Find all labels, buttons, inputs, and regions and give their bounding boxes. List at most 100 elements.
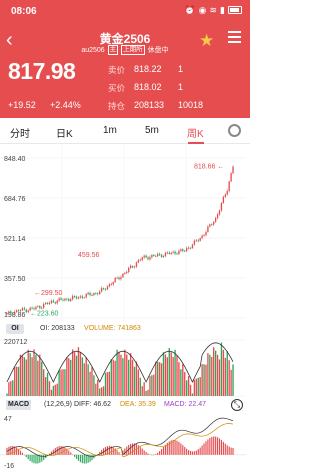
macd-bar [151, 454, 153, 456]
price-change: +19.52 [8, 100, 36, 110]
macd-bar [68, 450, 70, 455]
candle-body [214, 218, 217, 223]
y-tick-label: 220712 [4, 339, 27, 346]
kline-chart[interactable]: 848.40684.76521.14357.50193.86818.66 ←45… [0, 146, 250, 322]
macd-bar [37, 454, 39, 464]
volume-bar [207, 353, 209, 396]
volume-bar [195, 378, 197, 396]
volume-bar [176, 355, 178, 396]
candle-body [64, 298, 66, 301]
volume-bar [209, 354, 211, 396]
candle-body [118, 277, 120, 280]
candle-body [209, 224, 211, 227]
candle-body [178, 250, 180, 255]
volume-bar [85, 357, 87, 396]
tab-5m[interactable]: 5m [145, 125, 159, 136]
tab-1m[interactable]: 1m [103, 125, 117, 136]
candle-body [226, 191, 228, 195]
y-tick-label: 848.40 [4, 156, 26, 163]
macd-bar [143, 450, 145, 455]
macd-bar [116, 450, 118, 455]
candle-body [230, 173, 232, 182]
candle-body [75, 296, 78, 299]
candle-body [44, 302, 47, 305]
volume-bar [43, 369, 45, 396]
macd-indicator-button[interactable]: MACD [6, 400, 31, 410]
candle-body [54, 302, 56, 304]
candle-body [170, 252, 172, 254]
candle-body [12, 313, 14, 315]
candle-body [166, 252, 169, 254]
star-icon[interactable]: ★ [199, 32, 214, 49]
volume-bar [77, 347, 80, 396]
candle-body [135, 262, 138, 267]
candle-body [133, 266, 136, 268]
tab-intraday[interactable]: 分时 [10, 125, 30, 140]
candle-body [60, 298, 62, 300]
volume-bar [162, 352, 165, 396]
macd-bar [182, 445, 184, 455]
candle-body [73, 296, 76, 297]
macd-bar [89, 454, 91, 462]
volume-bar [104, 372, 107, 396]
eye-icon: ◉ [198, 5, 207, 15]
expand-icon[interactable]: ⤡ [231, 399, 243, 411]
volume-bar [164, 354, 167, 396]
macd-bar [81, 454, 83, 464]
candle-body [25, 309, 27, 312]
candle-body [10, 311, 12, 314]
volume-bar [12, 380, 14, 396]
title-bar: ‹ 黄金2506 au2506 主 上期所 休盘中 ★ [0, 28, 250, 56]
volume-bar [128, 359, 130, 396]
volume-bar [182, 364, 184, 396]
menu-icon[interactable] [228, 31, 242, 45]
candle-body [164, 252, 167, 257]
candle-body [155, 255, 157, 257]
candle-body [106, 286, 109, 290]
macd-bar [188, 450, 190, 455]
candle-body [31, 307, 33, 309]
volume-bar [170, 352, 172, 396]
volume-bar [214, 350, 217, 396]
candle-body [172, 251, 174, 253]
volume-bar [23, 357, 26, 396]
volume-bar [6, 393, 8, 396]
candle-body [37, 306, 39, 307]
last-price: 817.98 [8, 58, 76, 84]
volume-bar [73, 352, 76, 396]
volume-bar [126, 354, 128, 396]
macd-bar [25, 454, 27, 458]
tab-daily[interactable]: 日K [56, 125, 73, 140]
active-tab-indicator [188, 142, 204, 144]
candle-body [93, 293, 95, 296]
candle-body [108, 284, 111, 287]
candle-body [224, 194, 226, 197]
macd-bar [21, 452, 24, 455]
bid-price: 818.02 [134, 82, 162, 92]
volume-bar [56, 383, 58, 396]
swing-annotation: ←299.50 [34, 290, 63, 297]
high-annotation: 818.66 ← [194, 163, 224, 170]
macd-bar [209, 437, 211, 455]
volume-bar [145, 390, 147, 396]
candle-body [48, 302, 51, 304]
macd-bar [35, 454, 37, 464]
volume-bar [222, 349, 225, 396]
volume-bar [37, 360, 39, 396]
volume-bar [97, 379, 99, 396]
macd-bar [101, 449, 103, 455]
settings-icon[interactable] [228, 124, 241, 137]
volume-bar [187, 376, 190, 396]
candle-body [102, 288, 105, 289]
candle-body [162, 256, 165, 258]
volume-bar [220, 342, 223, 396]
open-interest: 208133 [134, 100, 165, 110]
macd-bar [189, 451, 192, 455]
macd-bar [228, 446, 230, 455]
candle-body [33, 308, 35, 310]
tab-weekly[interactable]: 周K [187, 125, 204, 140]
candle-body [21, 308, 24, 311]
dea-legend: DEA: 35.39 [120, 401, 156, 408]
instrument-code: au2506 [81, 46, 105, 54]
macd-bar [72, 454, 74, 456]
